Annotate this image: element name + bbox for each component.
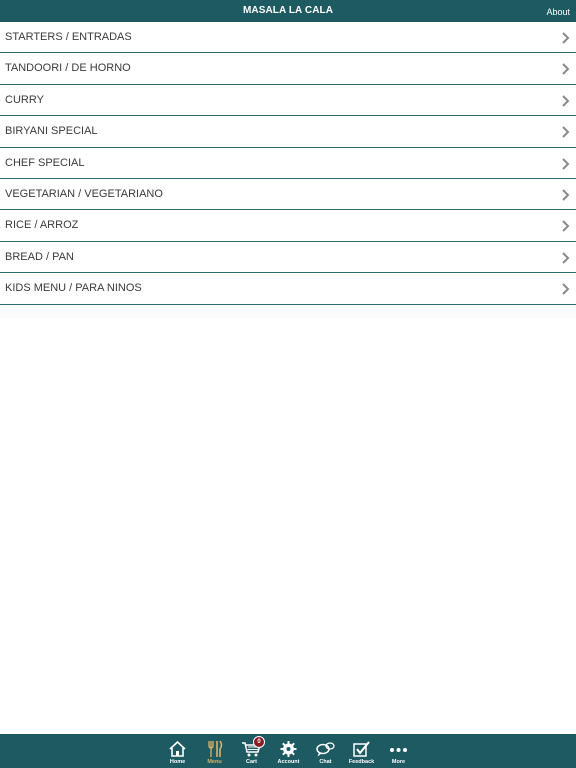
tab-account[interactable]: Account — [270, 734, 307, 768]
menu-row-label: STARTERS / ENTRADAS — [5, 31, 132, 43]
cart-count-badge: 0 — [253, 736, 265, 748]
menu-row-label: CURRY — [5, 93, 44, 106]
chevron-right-icon — [562, 252, 570, 264]
top-bar: MASALA LA CALA About — [0, 0, 576, 22]
chevron-right-icon — [562, 189, 570, 201]
menu-row-starters[interactable]: STARTERS / ENTRADAS — [0, 22, 576, 54]
menu-row-label: BREAD / PAN — [5, 250, 74, 263]
menu-row-label: RICE / ARROZ — [5, 219, 79, 232]
menu-row-vegetarian[interactable]: VEGETARIAN / VEGETARIANO — [0, 178, 576, 211]
chevron-right-icon — [562, 220, 570, 233]
checkbox-icon — [353, 741, 370, 757]
chat-bubbles-icon — [316, 742, 335, 757]
menu-row-rice[interactable]: RICE / ARROZ — [0, 210, 576, 242]
chevron-right-icon — [562, 95, 570, 107]
list-footer-spacer — [0, 306, 576, 318]
menu-row-biryani[interactable]: BIRYANI SPECIAL — [0, 116, 576, 148]
tab-more[interactable]: More — [380, 734, 417, 768]
chevron-right-icon — [562, 32, 570, 44]
fork-knife-icon — [208, 740, 223, 757]
bottom-tab-bar: Home Menu 0 Cart Account Chat Feedback M… — [0, 734, 576, 768]
gear-icon — [280, 741, 297, 757]
menu-row-label: TANDOORI / DE HORNO — [5, 62, 131, 75]
tab-label: More — [391, 759, 406, 765]
menu-row-label: BIRYANI SPECIAL — [5, 125, 98, 138]
chevron-right-icon — [562, 126, 570, 138]
tab-cart[interactable]: 0 Cart — [233, 734, 270, 768]
menu-row-tandoori[interactable]: TANDOORI / DE HORNO — [0, 53, 576, 85]
menu-row-label: VEGETARIAN / VEGETARIANO — [5, 187, 163, 200]
tab-menu[interactable]: Menu — [196, 734, 233, 768]
about-button[interactable]: About — [546, 0, 570, 22]
tab-feedback[interactable]: Feedback — [343, 734, 380, 768]
menu-row-curry[interactable]: CURRY — [0, 84, 576, 117]
chevron-right-icon — [562, 283, 570, 295]
menu-row-kids[interactable]: KIDS MENU / PARA NINOS — [0, 273, 576, 305]
chevron-right-icon — [562, 157, 570, 170]
menu-row-chef-special[interactable]: CHEF SPECIAL — [0, 147, 576, 179]
home-icon — [169, 740, 186, 757]
menu-row-label: CHEF SPECIAL — [5, 156, 85, 169]
chevron-right-icon — [562, 63, 570, 76]
tab-home[interactable]: Home — [159, 734, 196, 768]
more-dots-icon — [390, 748, 407, 752]
menu-row-label: KIDS MENU / PARA NINOS — [5, 282, 142, 295]
app-title: MASALA LA CALA — [242, 5, 334, 16]
menu-category-list: STARTERS / ENTRADAS TANDOORI / DE HORNO … — [0, 22, 576, 305]
menu-row-bread[interactable]: BREAD / PAN — [0, 241, 576, 274]
